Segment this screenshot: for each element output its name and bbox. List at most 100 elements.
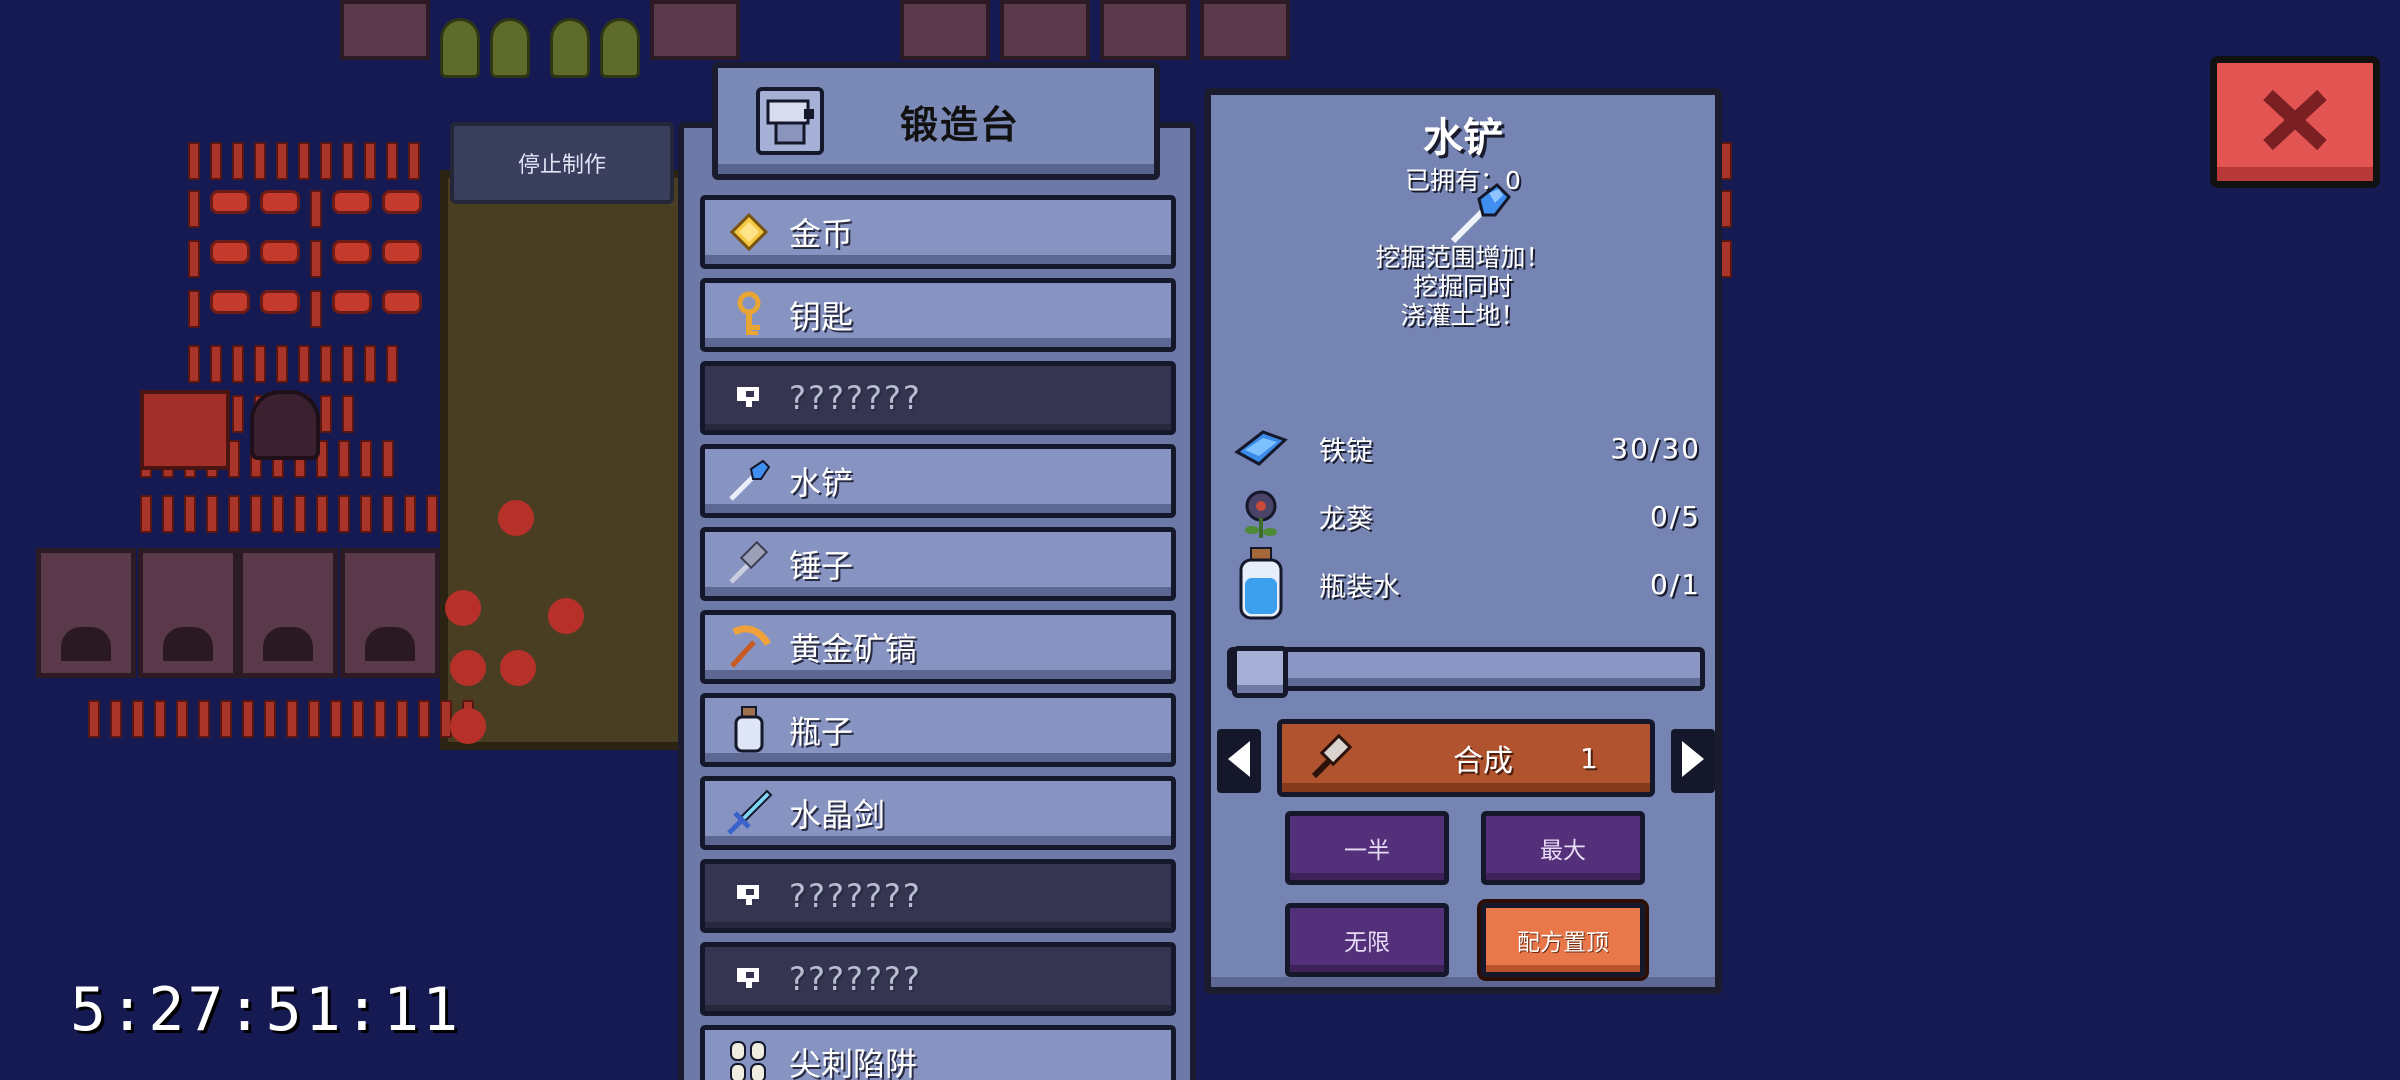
item-title: 水铲 [1423, 115, 1503, 161]
infinite-button[interactable]: 无限 [1285, 903, 1449, 977]
gold-coin-icon [723, 206, 775, 258]
furnace [340, 548, 440, 678]
recipe-label: ??????? [789, 960, 922, 998]
unknown-icon [723, 372, 775, 424]
recipe-item-water-shovel[interactable]: 水铲 [700, 444, 1176, 518]
craft-quantity: 1 [1580, 741, 1598, 775]
recipe-list: 金币 钥匙 ??????? 水铲 锤子 黄金矿镐 瓶子 水晶剑 ??????? … [700, 195, 1176, 1080]
station-header: 锻造台 [712, 62, 1160, 180]
stop-crafting-label: 停止制作 [517, 153, 606, 178]
world-object [1200, 0, 1290, 60]
quantity-slider[interactable] [1227, 646, 1705, 698]
berry [500, 650, 536, 686]
recipe-label: ??????? [789, 379, 922, 417]
world-object [650, 0, 740, 60]
fence-row [140, 495, 438, 533]
max-label: 最大 [1540, 838, 1586, 864]
fence-row [88, 700, 474, 738]
tree [440, 18, 480, 78]
berry [450, 708, 486, 744]
ingredient-count: 30/30 [1610, 431, 1701, 465]
recipe-item-gold-coin[interactable]: 金币 [700, 195, 1176, 269]
pin-recipe-label: 配方置顶 [1517, 930, 1609, 956]
recipe-item-unknown[interactable]: ??????? [700, 361, 1176, 435]
crop-row [188, 240, 422, 278]
tree [600, 18, 640, 78]
berry [498, 500, 534, 536]
half-label: 一半 [1344, 838, 1390, 864]
golden-pickaxe-icon [723, 621, 775, 673]
workbench [140, 390, 230, 470]
spike-trap-icon [723, 1036, 775, 1080]
close-icon [2256, 85, 2334, 159]
craft-button[interactable]: 合成 1 [1277, 719, 1655, 797]
ingredient-row: 瓶装水 0/1 [1231, 547, 1701, 620]
pin-recipe-button[interactable]: 配方置顶 [1477, 899, 1649, 981]
recipe-item-spike-trap[interactable]: 尖刺陷阱 [700, 1025, 1176, 1080]
recipe-label: ??????? [789, 877, 922, 915]
recipe-label: 金币 [789, 215, 854, 253]
unknown-icon [723, 870, 775, 922]
description-line: 浇灌土地！ [1400, 301, 1526, 330]
decrease-quantity-button[interactable] [1217, 729, 1261, 793]
half-button[interactable]: 一半 [1285, 811, 1449, 885]
increase-quantity-button[interactable] [1671, 729, 1715, 793]
bottled-water-icon [1231, 547, 1291, 620]
recipe-detail-panel: 水铲 已拥有：0 挖掘范围增加！ 挖掘同时 浇灌土地！ 铁锭 30/30 龙葵 … [1204, 88, 1722, 994]
recipe-label: 钥匙 [789, 298, 854, 336]
recipe-item-crystal-sword[interactable]: 水晶剑 [700, 776, 1176, 850]
berry [445, 590, 481, 626]
berry [450, 650, 486, 686]
unknown-icon [723, 953, 775, 1005]
arrow-left-icon [1224, 737, 1254, 785]
play-time-clock: 5:27:51:11 [70, 975, 462, 1045]
fence-row [188, 142, 420, 180]
berry [548, 598, 584, 634]
description-line: 挖掘范围增加！ [1375, 243, 1551, 272]
fence-row [188, 345, 398, 383]
recipe-label: 锤子 [789, 547, 854, 585]
quantity-slider-handle[interactable] [1232, 646, 1288, 698]
world-object [340, 0, 430, 60]
recipe-label: 瓶子 [789, 713, 854, 751]
ingredient-name: 铁锭 [1319, 435, 1373, 467]
tree [490, 18, 530, 78]
world-object [1000, 0, 1090, 60]
recipe-item-golden-pickaxe[interactable]: 黄金矿镐 [700, 610, 1176, 684]
close-button[interactable] [2210, 56, 2380, 188]
tree [550, 18, 590, 78]
recipe-item-unknown[interactable]: ??????? [700, 942, 1176, 1016]
item-description: 挖掘范围增加！ 挖掘同时 浇灌土地！ [1211, 243, 1715, 330]
cauldron [250, 390, 320, 460]
recipe-item-hammer[interactable]: 锤子 [700, 527, 1176, 601]
ingredient-row: 铁锭 30/30 [1231, 419, 1701, 477]
craft-label: 合成 [1453, 744, 1513, 779]
iron-ingot-icon [1231, 418, 1291, 478]
furnace [238, 548, 338, 678]
hammer-icon [723, 538, 775, 590]
ingredient-name: 瓶装水 [1319, 571, 1400, 603]
arrow-right-icon [1678, 737, 1708, 785]
forge-icon [754, 85, 826, 157]
recipe-item-unknown[interactable]: ??????? [700, 859, 1176, 933]
hammer-icon [1308, 733, 1356, 782]
max-button[interactable]: 最大 [1481, 811, 1645, 885]
ingredient-count: 0/1 [1649, 567, 1701, 601]
recipe-item-bottle[interactable]: 瓶子 [700, 693, 1176, 767]
stop-crafting-button[interactable]: 停止制作 [450, 122, 674, 204]
world-object [1100, 0, 1190, 60]
recipe-label: 黄金矿镐 [789, 630, 918, 668]
infinite-label: 无限 [1344, 930, 1390, 956]
description-line: 挖掘同时 [1412, 272, 1513, 301]
water-shovel-icon [1447, 181, 1513, 247]
crystal-sword-icon [723, 787, 775, 839]
recipe-label: 尖刺陷阱 [789, 1045, 918, 1080]
furnace [36, 548, 136, 678]
ingredient-name: 龙葵 [1319, 503, 1373, 535]
recipe-label: 水铲 [789, 464, 854, 502]
nightshade-icon [1231, 486, 1291, 546]
recipe-item-key[interactable]: 钥匙 [700, 278, 1176, 352]
crop-row [188, 190, 422, 228]
recipe-label: 水晶剑 [789, 796, 886, 834]
bottle-icon [723, 704, 775, 756]
